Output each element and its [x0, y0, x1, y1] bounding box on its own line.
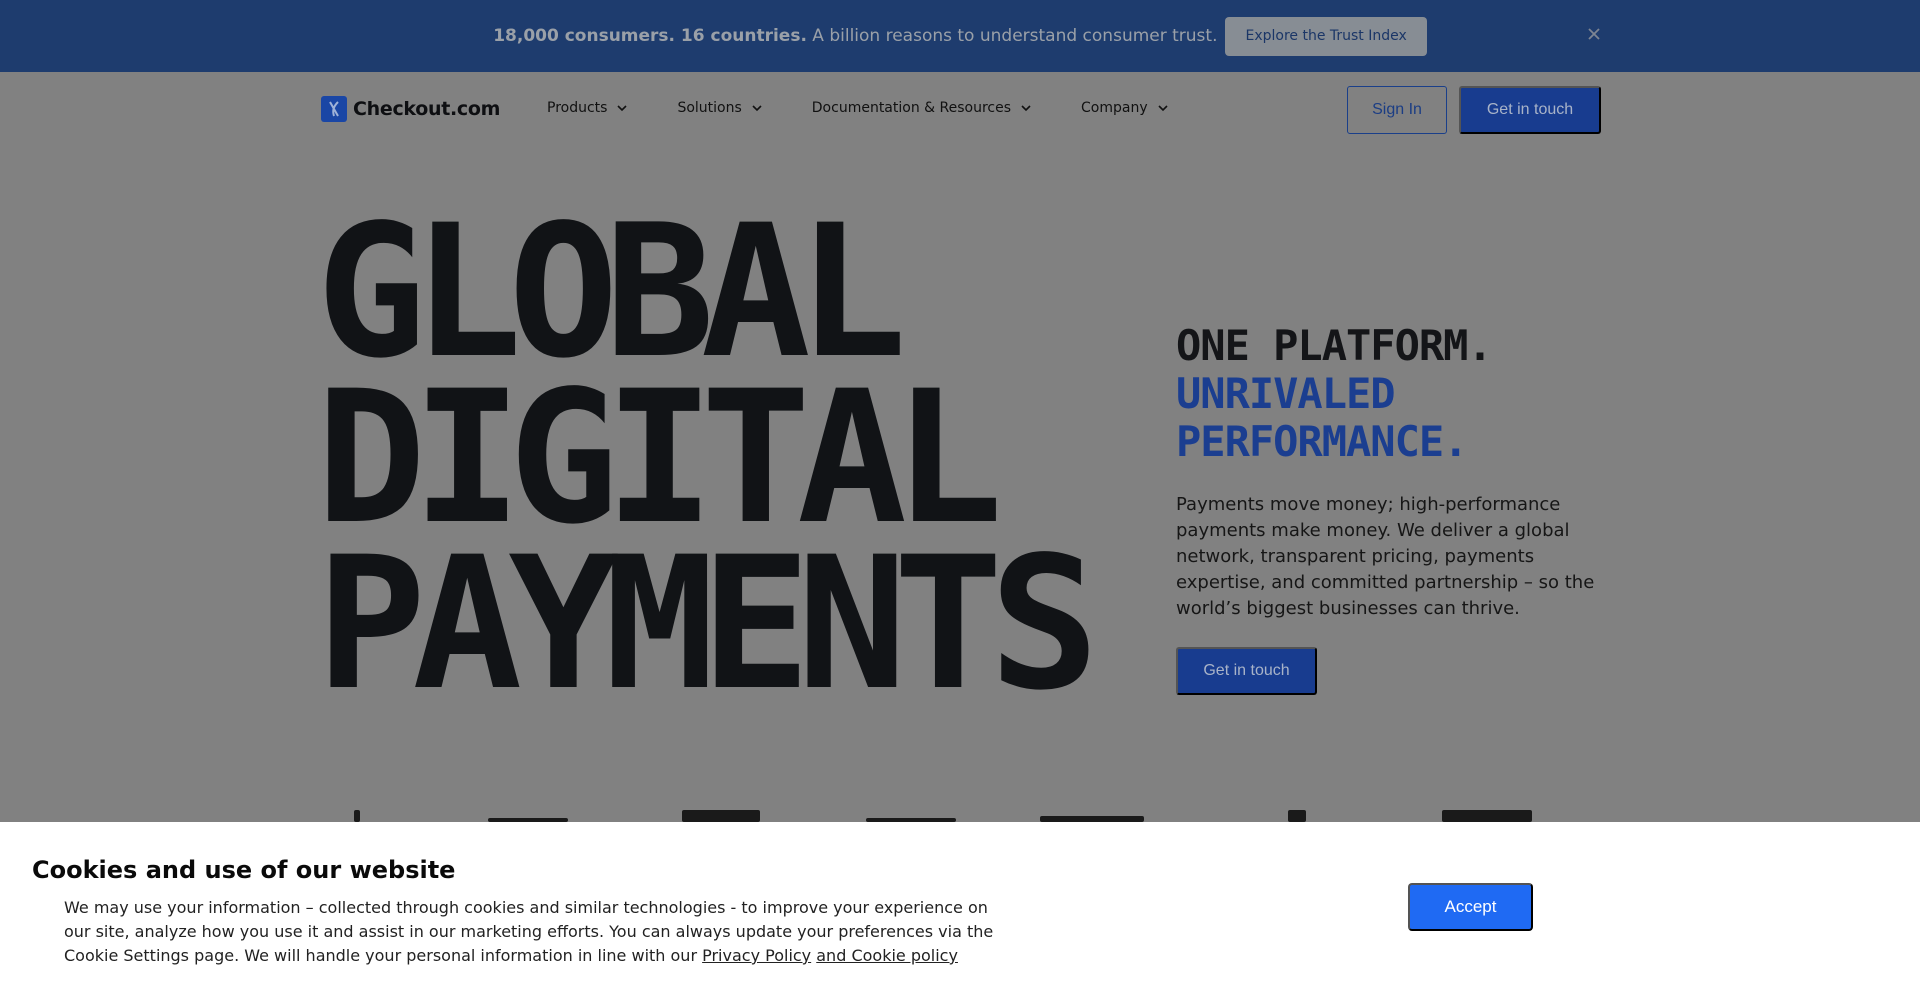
logo[interactable]: Checkout.com: [321, 96, 500, 122]
close-icon[interactable]: [1584, 26, 1604, 46]
nav-item-company[interactable]: Company: [1081, 100, 1168, 116]
promo-banner: 18,000 consumers. 16 countries. A billio…: [0, 0, 1920, 72]
nav-item-products[interactable]: Products: [547, 100, 628, 116]
explore-trust-index-button[interactable]: Explore the Trust Index: [1225, 16, 1427, 56]
chevron-down-icon: [1021, 105, 1031, 112]
nav-item-label: Products: [547, 100, 608, 116]
logo-text: Checkout.com: [353, 98, 501, 120]
customer-logo: [1288, 810, 1306, 822]
customer-logo: [354, 810, 360, 822]
get-in-touch-hero-button[interactable]: Get in touch: [1176, 647, 1317, 695]
nav-item-label: Company: [1081, 100, 1148, 116]
main-nav: Checkout.com Products Solutions Document…: [0, 72, 1920, 148]
chevron-down-icon: [752, 105, 762, 112]
cookie-text: We may use your information – collected …: [64, 896, 1004, 968]
tagline-line-highlight: UNRIVALED: [1176, 369, 1396, 418]
cookie-policy-link[interactable]: and Cookie policy: [816, 946, 958, 965]
privacy-policy-link[interactable]: Privacy Policy: [702, 946, 811, 965]
customer-logo: [682, 810, 760, 822]
nav-item-label: Documentation & Resources: [811, 100, 1012, 116]
sign-in-button[interactable]: Sign In: [1347, 86, 1447, 134]
hero-title: GLOBAL DIGITAL PAYMENTS: [316, 201, 1099, 731]
tagline-line: ONE PLATFORM.: [1176, 321, 1493, 370]
accept-cookies-button[interactable]: Accept: [1408, 883, 1533, 931]
customer-logos-row: [0, 810, 1920, 822]
tagline-line-highlight: PERFORMANCE.: [1176, 417, 1468, 466]
hero-title-line: PAYMENTS: [316, 518, 1099, 731]
hero-description: Payments move money; high-performance pa…: [1176, 494, 1595, 619]
customer-logo: [1442, 810, 1532, 822]
banner-text-rest: A billion reasons to understand consumer…: [806, 26, 1218, 46]
chevron-down-icon: [1158, 105, 1168, 112]
nav-item-solutions[interactable]: Solutions: [677, 100, 762, 116]
cookie-title: Cookies and use of our website: [32, 856, 456, 884]
hero-tagline: ONE PLATFORM. UNRIVALED PERFORMANCE.: [1176, 321, 1493, 466]
banner-text: 18,000 consumers. 16 countries. A billio…: [493, 26, 1217, 46]
nav-menu: Products Solutions Documentation & Resou…: [547, 100, 1218, 116]
chevron-down-icon: [617, 105, 628, 112]
checkout-logo-icon: [321, 96, 347, 122]
cookie-consent-panel: Cookies and use of our website We may us…: [0, 822, 1920, 993]
banner-bold-text: 18,000 consumers. 16 countries.: [493, 26, 807, 46]
nav-item-documentation[interactable]: Documentation & Resources: [812, 100, 1031, 116]
nav-item-label: Solutions: [677, 100, 742, 116]
get-in-touch-nav-button[interactable]: Get in touch: [1459, 86, 1601, 134]
